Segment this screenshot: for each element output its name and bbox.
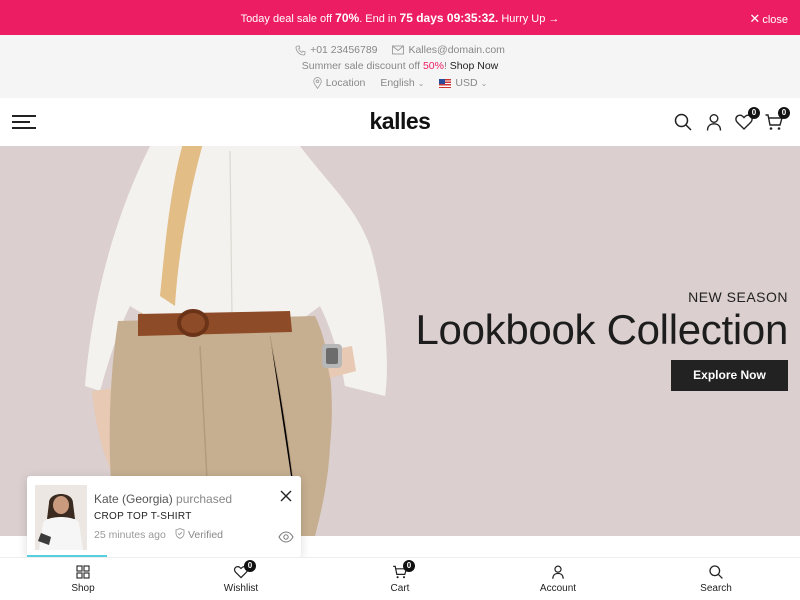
grid-icon — [76, 565, 90, 579]
bottom-nav-account-label: Account — [539, 583, 577, 594]
site-header: kalles 0 0 — [0, 98, 800, 146]
location-link[interactable]: Location — [313, 77, 366, 90]
close-icon: ✕ — [749, 11, 761, 26]
bottom-wishlist-count-badge: 0 — [244, 560, 256, 572]
language-value: English — [380, 77, 415, 90]
promo-close-label: close — [762, 14, 788, 26]
bottom-nav-account[interactable]: Account — [518, 564, 598, 594]
header-cart-button[interactable]: 0 — [764, 107, 790, 132]
mobile-bottom-nav: Shop 0 Wishlist 0 Cart Account Search — [0, 557, 800, 600]
product-thumbnail[interactable] — [35, 485, 87, 550]
purchased-product-link[interactable]: CROP TOP T-SHIRT — [94, 511, 192, 522]
chevron-down-icon: ⌄ — [480, 79, 488, 89]
hero-title: Lookbook Collection — [415, 306, 788, 353]
user-icon — [552, 565, 564, 579]
cart-count-badge: 0 — [778, 107, 790, 119]
promo-countdown: 75 days 09:35:32. — [399, 11, 499, 25]
popup-close-button[interactable] — [279, 489, 293, 503]
summer-sale-notice: Summer sale discount off 50%! Shop Now — [0, 60, 800, 72]
recent-purchase-popup: Kate (Georgia) purchased CROP TOP T-SHIR… — [27, 476, 301, 557]
quick-view-button[interactable] — [278, 530, 294, 543]
chevron-down-icon: ⌄ — [417, 79, 425, 89]
location-label: Location — [325, 77, 366, 90]
promo-hurry-link[interactable]: Hurry Up → — [498, 13, 559, 25]
header-account-button[interactable] — [704, 112, 724, 132]
bottom-nav-wishlist[interactable]: 0 Wishlist — [201, 560, 281, 594]
eye-icon — [278, 531, 294, 543]
bottom-cart-count-badge: 0 — [403, 560, 415, 572]
email-contact[interactable]: Kalles@domain.com — [392, 44, 505, 57]
phone-contact[interactable]: +01 23456789 — [295, 44, 378, 57]
email-address: Kalles@domain.com — [408, 44, 505, 57]
verified-badge: Verified — [175, 528, 223, 541]
bottom-nav-search[interactable]: Search — [676, 564, 756, 594]
promo-text-b: . End in — [359, 13, 400, 25]
wishlist-icon-wrap: 0 — [233, 560, 256, 580]
bottom-nav-shop-label: Shop — [71, 583, 95, 594]
currency-value: USD — [455, 77, 478, 90]
purchase-action: purchased — [172, 492, 233, 506]
promo-percent: 70% — [335, 11, 360, 25]
verified-label: Verified — [188, 529, 224, 541]
close-icon — [280, 490, 292, 502]
wishlist-count-badge: 0 — [748, 107, 760, 119]
purchase-customer: Kate (Georgia) purchased — [94, 492, 232, 506]
phone-number: +01 23456789 — [310, 44, 378, 57]
promo-text-a: Today deal sale off — [240, 13, 336, 25]
purchase-time: 25 minutes ago — [94, 529, 166, 541]
cart-icon-wrap: 0 — [392, 560, 415, 580]
header-wishlist-button[interactable]: 0 — [734, 107, 760, 132]
location-pin-icon — [313, 77, 322, 90]
language-selector[interactable]: English ⌄ — [380, 77, 424, 89]
sale-text: Summer sale discount off — [301, 60, 423, 72]
bottom-nav-shop[interactable]: Shop — [43, 564, 123, 594]
promo-bar: Today deal sale off 70%. End in 75 days … — [0, 0, 800, 35]
sale-percent: 50% — [422, 60, 444, 72]
currency-selector[interactable]: USD ⌄ — [439, 77, 487, 89]
hero-kicker: NEW SEASON — [688, 289, 788, 305]
bottom-nav-wishlist-label: Wishlist — [223, 583, 259, 594]
mail-icon — [392, 45, 405, 55]
user-icon — [706, 114, 722, 131]
promo-text: Today deal sale off 70%. End in 75 days … — [0, 11, 800, 25]
promo-close-button[interactable]: ✕ close — [749, 11, 788, 27]
search-icon — [674, 113, 692, 131]
explore-now-button[interactable]: Explore Now — [671, 360, 788, 391]
customer-name: Kate (Georgia) — [94, 492, 173, 506]
bottom-nav-cart-label: Cart — [390, 583, 410, 594]
product-image — [35, 485, 87, 550]
header-search-button[interactable] — [673, 112, 693, 132]
bottom-nav-search-label: Search — [700, 583, 732, 594]
us-flag-icon — [439, 78, 452, 88]
bottom-nav-cart[interactable]: 0 Cart — [360, 560, 440, 594]
top-info-strip: +01 23456789 Kalles@domain.com Summer sa… — [0, 35, 800, 98]
phone-icon — [295, 45, 306, 56]
shop-now-link[interactable]: Shop Now — [450, 60, 498, 72]
shield-check-icon — [175, 528, 185, 539]
search-icon — [709, 565, 723, 579]
